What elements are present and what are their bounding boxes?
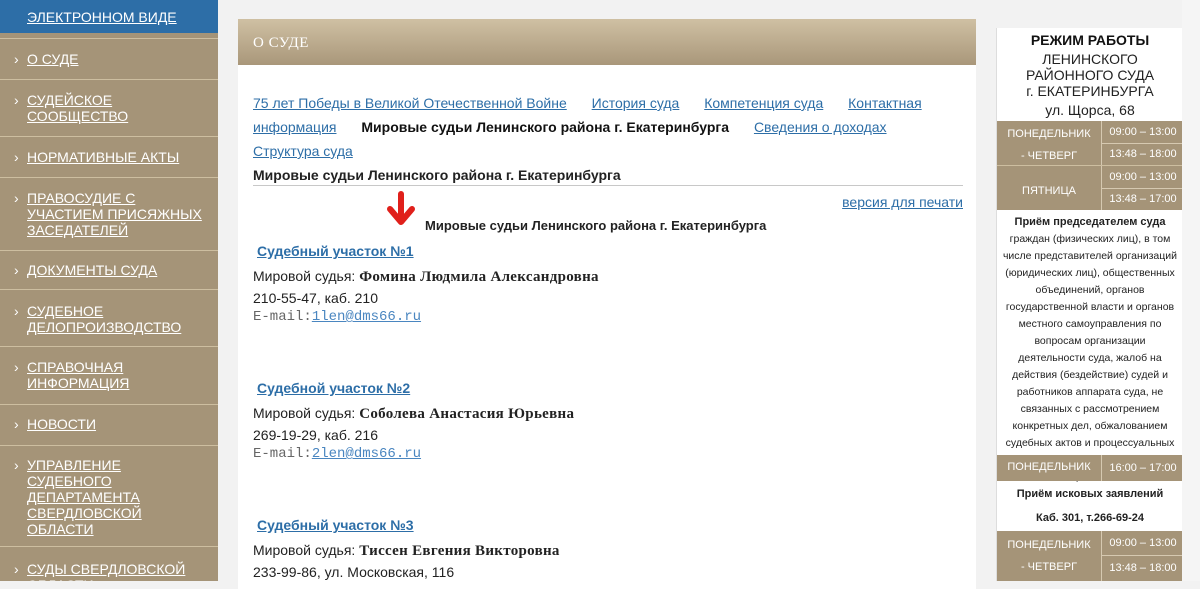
- judge-line: Мировой судья: Тиссен Евгения Викторовна: [253, 542, 560, 559]
- sidebar-item-label[interactable]: ПРАВОСУДИЕ С УЧАСТИЕМ ПРИСЯЖНЫХ ЗАСЕДАТЕ…: [27, 190, 212, 238]
- claims-title: Приём исковых заявлений: [1016, 488, 1164, 500]
- claims-room: Каб. 301, т.266-69-24: [1036, 512, 1144, 524]
- chevron-right-icon: ›: [14, 561, 19, 577]
- chevron-right-icon: ›: [14, 190, 19, 206]
- schedule-row: ПЯТНИЦА 09:00 – 13:00 13:48 – 17:00: [997, 166, 1183, 210]
- judge-name: Соболева Анастасия Юрьевна: [359, 406, 575, 422]
- sidebar-item-label[interactable]: СПРАВОЧНАЯ ИНФОРМАЦИЯ: [27, 359, 212, 391]
- court-section-2: Судебной участок №2 Мировой судья: Собол…: [253, 380, 953, 462]
- sidebar-item-department[interactable]: › УПРАВЛЕНИЕ СУДЕБНОГО ДЕПАРТАМЕНТА СВЕР…: [0, 445, 218, 546]
- court-address: ул. Щорса, 68: [1045, 102, 1135, 118]
- judge-line: Мировой судья: Соболева Анастасия Юрьевн…: [253, 405, 575, 422]
- schedule-time: 09:00 – 13:00: [1101, 531, 1183, 556]
- reception-text: граждан (физических лиц), в том числе пр…: [1002, 233, 1178, 466]
- schedule-day: ПОНЕДЕЛЬНИК: [1007, 539, 1091, 551]
- sidebar-item-label[interactable]: СУДЕЙСКОЕ СООБЩЕСТВО: [27, 92, 212, 124]
- sidebar-item-news[interactable]: › НОВОСТИ: [0, 404, 218, 445]
- page-title: О СУДЕ: [253, 35, 309, 51]
- tab-income[interactable]: Сведения о доходах: [754, 119, 887, 135]
- tab-structure[interactable]: Структура суда: [253, 143, 353, 159]
- sidebar-item-about[interactable]: › О СУДЕ: [0, 38, 218, 79]
- chevron-right-icon: ›: [14, 416, 19, 432]
- phone-line: 210-55-47, каб. 210: [253, 290, 378, 306]
- sidebar-item-electronic[interactable]: ЭЛЕКТРОННОМ ВИДЕ: [0, 0, 218, 33]
- sidebar-item-label[interactable]: СУДЫ СВЕРДЛОВСКОЙ ОБЛАСТИ: [27, 561, 197, 581]
- email-link[interactable]: 1len@dms66.ru: [312, 309, 421, 325]
- claims-info: Приём исковых заявлений: [1001, 486, 1179, 503]
- judge-name: Фомина Людмила Александровна: [359, 269, 599, 285]
- chevron-right-icon: ›: [14, 457, 19, 473]
- chevron-right-icon: ›: [14, 262, 19, 278]
- sidebar-nav: ЭЛЕКТРОННОМ ВИДЕ › О СУДЕ › СУДЕЙСКОЕ СО…: [0, 0, 218, 581]
- tab-magistrates[interactable]: Мировые судьи Ленинского района г. Екате…: [361, 119, 729, 135]
- section-title-link[interactable]: Судебный участок №1: [257, 243, 953, 259]
- section-title-link[interactable]: Судебной участок №2: [257, 380, 953, 396]
- schedule-time: 09:00 – 13:00: [1101, 121, 1183, 144]
- phone-line: 269-19-29, каб. 216: [253, 427, 378, 443]
- schedule-row: ПОНЕДЕЛЬНИК 16:00 – 17:00: [997, 455, 1183, 481]
- sidebar-item-reference[interactable]: › СПРАВОЧНАЯ ИНФОРМАЦИЯ: [0, 346, 218, 404]
- court-name: ЛЕНИНСКОГО РАЙОННОГО СУДА: [1025, 51, 1155, 83]
- sidebar-item-label[interactable]: ЭЛЕКТРОННОМ ВИДЕ: [27, 9, 177, 25]
- schedule-time: 13:48 – 17:00: [1101, 189, 1183, 210]
- claims-room-line: Каб. 301, т.266-69-24: [1001, 510, 1179, 527]
- schedule-day: ПЯТНИЦА: [1022, 185, 1076, 197]
- reception-info: Приём председателем суда граждан (физиче…: [1001, 214, 1179, 486]
- chevron-right-icon: ›: [14, 51, 19, 67]
- email-link[interactable]: 2len@dms66.ru: [312, 446, 421, 462]
- court-section-3: Судебный участок №3 Мировой судья: Тиссе…: [253, 517, 953, 580]
- sidebar-item-documents[interactable]: › ДОКУМЕНТЫ СУДА: [0, 250, 218, 289]
- chevron-right-icon: ›: [14, 149, 19, 165]
- sidebar-item-label[interactable]: ДОКУМЕНТЫ СУДА: [27, 262, 212, 278]
- tab-victory-75[interactable]: 75 лет Победы в Великой Отечественной Во…: [253, 95, 567, 111]
- sidebar-item-label[interactable]: УПРАВЛЕНИЕ СУДЕБНОГО ДЕПАРТАМЕНТА СВЕРДЛ…: [27, 457, 177, 537]
- schedule-time: 13:48 – 18:00: [1101, 556, 1183, 581]
- schedule-day: - ЧЕТВЕРГ: [1020, 561, 1078, 573]
- working-hours-panel: РЕЖИМ РАБОТЫ ЛЕНИНСКОГО РАЙОННОГО СУДА г…: [996, 28, 1184, 581]
- chevron-right-icon: ›: [14, 359, 19, 375]
- reception-title: Приём председателем суда: [1014, 216, 1166, 228]
- chevron-right-icon: ›: [14, 92, 19, 108]
- schedule-row: ПОНЕДЕЛЬНИК - ЧЕТВЕРГ 09:00 – 13:00 13:4…: [997, 121, 1183, 165]
- sidebar-item-courts[interactable]: › СУДЫ СВЕРДЛОВСКОЙ ОБЛАСТИ: [0, 546, 218, 581]
- schedule-row: ПОНЕДЕЛЬНИК - ЧЕТВЕРГ 09:00 – 13:00 13:4…: [997, 531, 1183, 581]
- email-line: E-mail:1len@dms66.ru: [253, 309, 422, 325]
- divider: [253, 185, 963, 186]
- sidebar-item-judicial-community[interactable]: › СУДЕЙСКОЕ СООБЩЕСТВО: [0, 79, 218, 136]
- scrollbar[interactable]: [1182, 0, 1200, 581]
- section-title-link[interactable]: Судебный участок №3: [257, 517, 953, 533]
- page-heading: Мировые судьи Ленинского района г. Екате…: [253, 167, 621, 183]
- tab-history[interactable]: История суда: [592, 95, 680, 111]
- chevron-right-icon: ›: [14, 303, 19, 319]
- schedule-day: ПОНЕДЕЛЬНИК: [1007, 128, 1091, 140]
- main-content: О СУДЕ 75 лет Победы в Великой Отечестве…: [238, 19, 976, 589]
- email-line: E-mail:2len@dms66.ru: [253, 446, 422, 462]
- schedule-time: 09:00 – 13:00: [1101, 166, 1183, 189]
- court-city: г. ЕКАТЕРИНБУРГА: [1026, 83, 1154, 99]
- content-title: Мировые судьи Ленинского района г. Екате…: [425, 218, 767, 233]
- panel-title: РЕЖИМ РАБОТЫ: [1030, 32, 1150, 48]
- subnav-links: 75 лет Победы в Великой Отечественной Во…: [253, 91, 953, 163]
- sidebar-item-label[interactable]: НОВОСТИ: [27, 416, 212, 432]
- judge-name: Тиссен Евгения Викторовна: [359, 543, 560, 559]
- sidebar-item-label[interactable]: О СУДЕ: [27, 51, 212, 67]
- judge-line: Мировой судья: Фомина Людмила Александро…: [253, 268, 599, 285]
- tab-competence[interactable]: Компетенция суда: [704, 95, 823, 111]
- court-section-1: Судебный участок №1 Мировой судья: Фомин…: [253, 243, 953, 325]
- sidebar-item-label[interactable]: НОРМАТИВНЫЕ АКТЫ: [27, 149, 212, 165]
- schedule-day: ПОНЕДЕЛЬНИК: [1007, 461, 1091, 473]
- sidebar-item-jury[interactable]: › ПРАВОСУДИЕ С УЧАСТИЕМ ПРИСЯЖНЫХ ЗАСЕДА…: [0, 177, 218, 250]
- schedule-time: 13:48 – 18:00: [1101, 144, 1183, 165]
- sidebar-item-normative-acts[interactable]: › НОРМАТИВНЫЕ АКТЫ: [0, 136, 218, 177]
- schedule-time: 16:00 – 17:00: [1101, 455, 1183, 481]
- phone-line: 233-99-86, ул. Московская, 116: [253, 564, 455, 580]
- schedule-day: - ЧЕТВЕРГ: [1020, 150, 1078, 162]
- section-header: О СУДЕ: [238, 19, 976, 65]
- print-version-link[interactable]: версия для печати: [842, 194, 963, 210]
- arrow-down-icon: [387, 191, 415, 225]
- sidebar-item-records[interactable]: › СУДЕБНОЕ ДЕЛОПРОИЗВОДСТВО: [0, 289, 218, 346]
- sidebar-item-label[interactable]: СУДЕБНОЕ ДЕЛОПРОИЗВОДСТВО: [27, 303, 212, 335]
